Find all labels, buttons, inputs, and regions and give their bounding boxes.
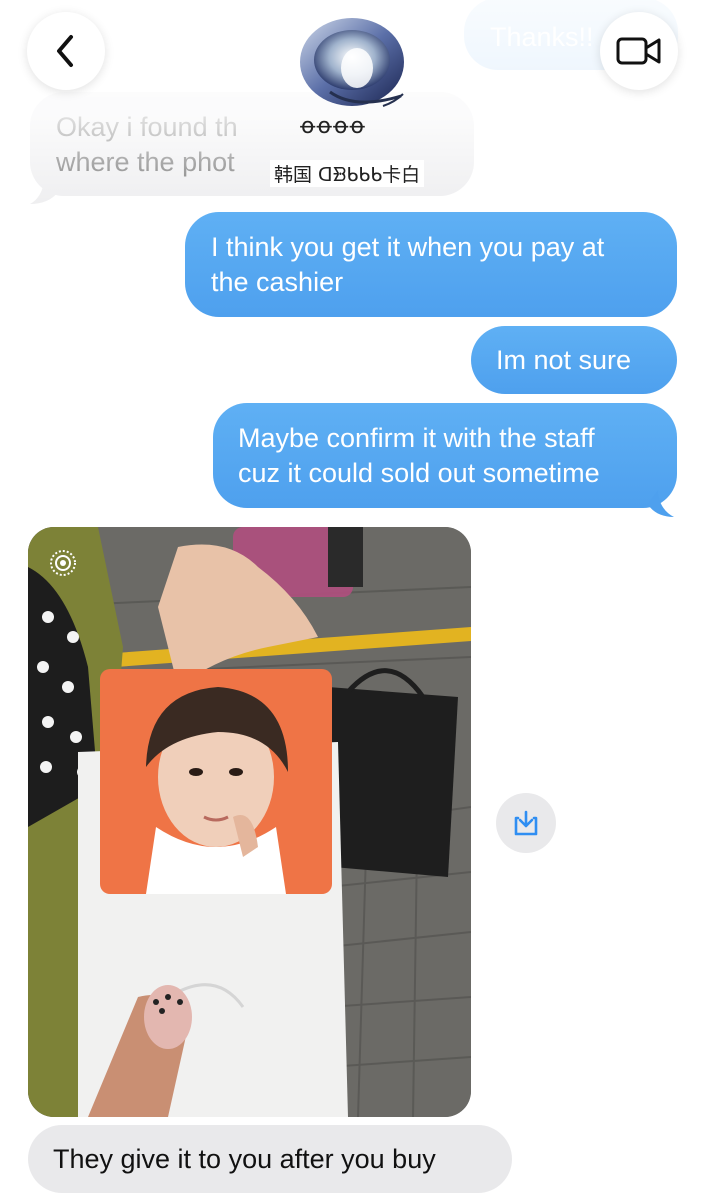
- video-call-button[interactable]: [600, 12, 678, 90]
- incoming-message-2[interactable]: They give it to you after you buy: [28, 1125, 512, 1193]
- outgoing-message-line: Maybe confirm it with the staff: [238, 423, 595, 453]
- contact-name-line2[interactable]: 韩国 ᗡᗿᑲᑲᑲ卡白: [270, 160, 425, 187]
- outgoing-message-text: Thanks!!: [490, 22, 594, 52]
- photo-card-in-envelope: [28, 527, 471, 1117]
- download-tray-icon: [514, 810, 538, 836]
- outgoing-message-1[interactable]: I think you get it when you pay at the c…: [185, 212, 677, 317]
- incoming-photo-message[interactable]: [28, 527, 471, 1117]
- chrome-ring-logo-icon: [300, 18, 404, 107]
- chat-screen: Thanks!! Okay i found th where the phot: [0, 0, 705, 1200]
- video-camera-icon: [616, 37, 661, 65]
- incoming-message-text: They give it to you after you buy: [53, 1144, 436, 1174]
- outgoing-message-line: the cashier: [211, 267, 344, 297]
- outgoing-message-2[interactable]: Im not sure: [471, 326, 677, 394]
- download-button[interactable]: [496, 793, 556, 853]
- back-button[interactable]: [27, 12, 105, 90]
- outgoing-tail: [648, 490, 674, 517]
- contact-name-line1: ꝋꝋꝋꝋ: [300, 114, 366, 139]
- outgoing-message-text: Im not sure: [496, 345, 632, 375]
- outgoing-message-3[interactable]: Maybe confirm it with the staff cuz it c…: [213, 403, 677, 508]
- outgoing-message-line: cuz it could sold out sometime: [238, 458, 600, 488]
- outgoing-message-line: I think you get it when you pay at: [211, 232, 605, 262]
- chevron-left-icon: [57, 35, 73, 67]
- incoming-tail: [30, 178, 58, 204]
